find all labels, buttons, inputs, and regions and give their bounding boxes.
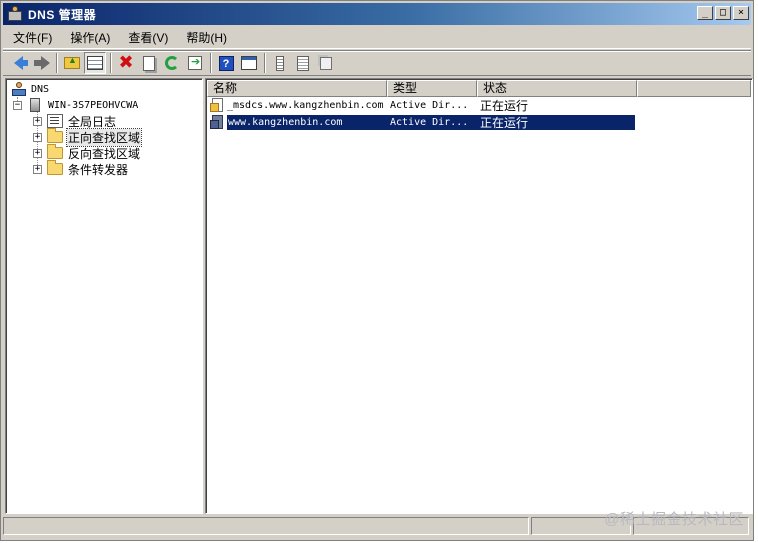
properties-doc-icon [143, 55, 155, 71]
column-header-name[interactable]: 名称 [207, 80, 387, 97]
export-list-icon [188, 55, 202, 70]
expand-icon[interactable]: + [33, 116, 42, 126]
tree-label: 正向查找区域 [65, 127, 143, 147]
copy-button[interactable] [315, 52, 337, 74]
column-header-status[interactable]: 状态 [477, 80, 637, 97]
forward-button[interactable] [30, 52, 52, 74]
results-list[interactable]: 名称 类型 状态 _msdcs.www.kangzhenbin.com Acti… [205, 78, 753, 514]
zone-name: www.kangzhenbin.com [228, 117, 343, 128]
dns-root-icon [12, 82, 26, 96]
export-list-button[interactable] [184, 52, 206, 74]
dns-manager-window: DNS 管理器 _ □ × 文件(F) 操作(A) 查看(V) 帮助(H) ✖ … [0, 0, 754, 541]
expand-icon[interactable]: + [33, 164, 42, 174]
tree-label: 反向查找区域 [68, 146, 141, 161]
help-button[interactable]: ? [215, 52, 237, 74]
maximize-button[interactable]: □ [715, 6, 731, 20]
show-hide-tree-button[interactable] [84, 52, 106, 74]
show-hide-action-pane-button[interactable] [238, 52, 260, 74]
menu-bar: 文件(F) 操作(A) 查看(V) 帮助(H) [3, 27, 751, 49]
window-title: DNS 管理器 [28, 7, 97, 22]
tree-label: 条件转发器 [68, 162, 129, 177]
properties-button[interactable] [138, 52, 160, 74]
forward-icon [33, 56, 50, 70]
zone-name: _msdcs.www.kangzhenbin.com [227, 100, 384, 111]
list-item[interactable]: www.kangzhenbin.com Active Dir... 正在运行 [210, 114, 635, 131]
watermark-text: @稀土掘金技术社区 [604, 511, 744, 528]
list-button[interactable] [292, 52, 314, 74]
help-icon: ? [218, 55, 234, 71]
refresh-icon [165, 56, 179, 70]
menu-action[interactable]: 操作(A) [61, 28, 119, 48]
zone-type: Active Dir... [390, 117, 469, 128]
up-one-level-icon [64, 55, 80, 69]
window-controls: _ □ × [697, 6, 749, 20]
zone-status: 正在运行 [480, 116, 529, 130]
selection-highlight: www.kangzhenbin.com Active Dir... 正在运行 [227, 115, 635, 130]
zone-icon [210, 98, 224, 113]
column-header-empty [637, 80, 751, 97]
tree-node-global-logs[interactable]: + 全局日志 [33, 113, 117, 129]
menu-help[interactable]: 帮助(H) [177, 28, 236, 48]
tree-node-conditional-forwarders[interactable]: + 条件转发器 [33, 160, 129, 177]
up-one-level-button[interactable] [61, 52, 83, 74]
delete-button[interactable]: ✖ [115, 52, 137, 74]
refresh-button[interactable] [161, 52, 183, 74]
console-tree[interactable]: DNS − WIN-3S7PEOHVCWA + 全局日志 + 正向查找区域 + … [5, 78, 203, 514]
tree-node-forward-lookup-zones[interactable]: + 正向查找区域 [33, 127, 143, 147]
title-bar[interactable]: DNS 管理器 _ □ × [3, 3, 751, 25]
folder-icon [47, 160, 63, 175]
folder-icon [47, 144, 63, 159]
column-icon [276, 55, 284, 71]
show-hide-tree-icon [87, 56, 103, 70]
tree-label: WIN-3S7PEOHVCWA [48, 99, 139, 111]
column-header-type[interactable]: 类型 [387, 80, 477, 97]
log-icon [47, 114, 63, 128]
menu-view[interactable]: 查看(V) [119, 28, 177, 48]
close-button[interactable]: × [733, 6, 749, 20]
toolbar: ✖ ? [3, 50, 751, 76]
column-button[interactable] [269, 52, 291, 74]
list-header: 名称 类型 状态 [207, 80, 751, 97]
server-icon [30, 98, 40, 112]
folder-icon [47, 128, 63, 143]
status-panel-main [3, 517, 529, 535]
tree-label: 全局日志 [68, 114, 117, 129]
expand-icon[interactable]: + [33, 148, 42, 158]
zone-status: 正在运行 [480, 99, 529, 113]
expand-icon[interactable]: + [33, 132, 42, 142]
show-hide-action-pane-icon [241, 56, 257, 70]
toolbar-separator [110, 53, 112, 73]
menu-file[interactable]: 文件(F) [3, 28, 61, 48]
tree-node-server[interactable]: − WIN-3S7PEOHVCWA [13, 97, 139, 113]
zone-icon [210, 115, 224, 130]
toolbar-separator [264, 53, 266, 73]
delete-icon: ✖ [118, 52, 134, 73]
tree-node-reverse-lookup-zones[interactable]: + 反向查找区域 [33, 144, 141, 161]
zone-type: Active Dir... [390, 100, 469, 111]
collapse-icon[interactable]: − [13, 100, 22, 110]
back-button[interactable] [7, 52, 29, 74]
list-icon [297, 55, 309, 71]
list-item[interactable]: _msdcs.www.kangzhenbin.com Active Dir...… [210, 97, 640, 114]
minimize-button[interactable]: _ [697, 6, 713, 20]
toolbar-separator [56, 53, 58, 73]
copy-icon [320, 56, 332, 70]
dns-app-icon [7, 6, 23, 22]
tree-node-dns[interactable]: DNS [12, 81, 50, 97]
tree-label: DNS [31, 83, 50, 95]
back-icon [13, 56, 28, 70]
toolbar-separator [210, 53, 212, 73]
